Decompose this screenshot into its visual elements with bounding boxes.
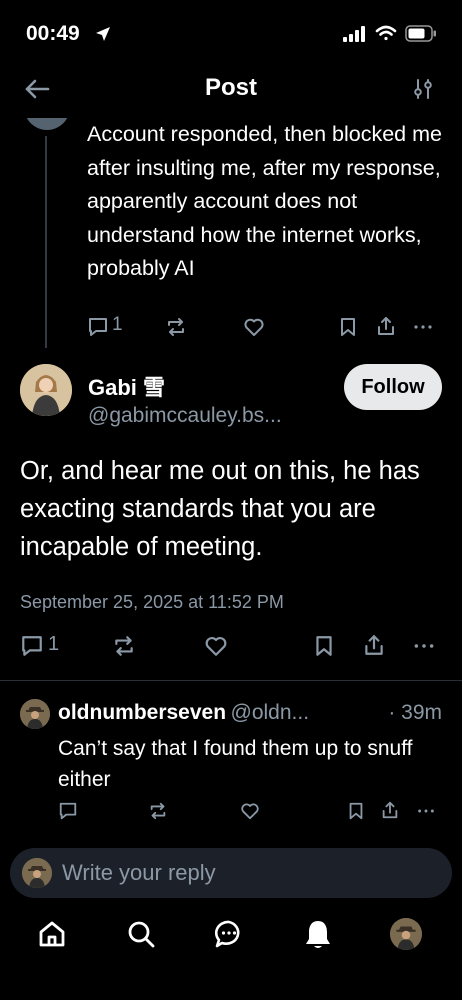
bookmark-icon[interactable] <box>312 634 336 658</box>
reply-count: 1 <box>48 633 60 655</box>
display-name[interactable]: Gabi 雪 <box>88 370 165 402</box>
more-dots-icon[interactable] <box>412 634 436 658</box>
bookmark-icon[interactable] <box>346 801 366 821</box>
reply-text: Can’t say that I found them up to snuff … <box>58 737 413 791</box>
heart-icon[interactable] <box>240 801 260 821</box>
reply-avatar[interactable] <box>20 699 50 729</box>
parent-post-actions: 1 <box>87 314 447 340</box>
main-post: Gabi 雪 @gabimccauley.bs... Follow Or, an… <box>0 350 462 680</box>
heart-icon[interactable] <box>243 316 265 338</box>
composer-avatar <box>22 858 52 888</box>
reply-handle[interactable]: @oldn... <box>231 701 310 724</box>
wifi-icon <box>375 24 397 42</box>
reply-bubble-icon[interactable] <box>20 634 44 658</box>
reply-input-placeholder[interactable]: Write your reply <box>62 860 216 886</box>
share-icon[interactable] <box>375 315 397 337</box>
repost-icon[interactable] <box>165 316 187 338</box>
profile-avatar[interactable] <box>390 918 422 950</box>
cellular-signal-icon <box>343 26 367 42</box>
home-icon[interactable] <box>37 919 67 949</box>
more-dots-icon[interactable] <box>416 801 436 821</box>
heart-icon[interactable] <box>204 634 228 658</box>
thread-line <box>45 136 47 348</box>
reply-actions <box>58 801 448 825</box>
status-time: 00:49 <box>26 22 80 45</box>
post-actions: 1 <box>20 632 440 660</box>
reply-bubble-icon[interactable] <box>87 316 109 338</box>
follow-button[interactable]: Follow <box>344 364 442 410</box>
bottom-nav <box>0 905 462 1000</box>
battery-icon <box>405 25 437 42</box>
reply-age: · 39m <box>388 701 442 724</box>
user-handle[interactable]: @gabimccauley.bs... <box>88 404 282 428</box>
reply-bubble-icon[interactable] <box>58 801 78 821</box>
reply-header: oldnumberseven @oldn... · 39m <box>58 701 448 727</box>
reply-display-name[interactable]: oldnumberseven <box>58 701 226 724</box>
more-dots-icon[interactable] <box>412 316 434 338</box>
repost-icon[interactable] <box>148 801 168 821</box>
avatar[interactable] <box>20 364 72 416</box>
location-arrow-icon <box>94 25 112 43</box>
repost-icon[interactable] <box>112 634 136 658</box>
share-icon[interactable] <box>362 633 386 657</box>
post-timestamp: September 25, 2025 at 11:52 PM <box>20 592 284 612</box>
parent-post-text: Account responded, then blocked me after… <box>87 122 442 280</box>
reply-post[interactable]: oldnumberseven @oldn... · 39m Can’t say … <box>0 681 462 841</box>
reply-composer[interactable]: Write your reply <box>10 848 452 898</box>
parent-avatar[interactable] <box>24 118 70 130</box>
reply-count: 1 <box>112 314 123 335</box>
post-text: Or, and hear me out on this, he has exac… <box>20 457 420 561</box>
parent-post[interactable]: Account responded, then blocked me after… <box>0 118 462 348</box>
chat-icon[interactable] <box>214 919 244 949</box>
bell-icon[interactable] <box>303 918 333 950</box>
sliders-icon[interactable] <box>412 78 434 100</box>
share-icon[interactable] <box>380 800 400 820</box>
header: Post <box>0 62 462 118</box>
status-bar: 00:49 <box>0 0 462 60</box>
bookmark-icon[interactable] <box>337 316 359 338</box>
search-icon[interactable] <box>126 919 156 949</box>
page-title: Post <box>204 74 257 101</box>
